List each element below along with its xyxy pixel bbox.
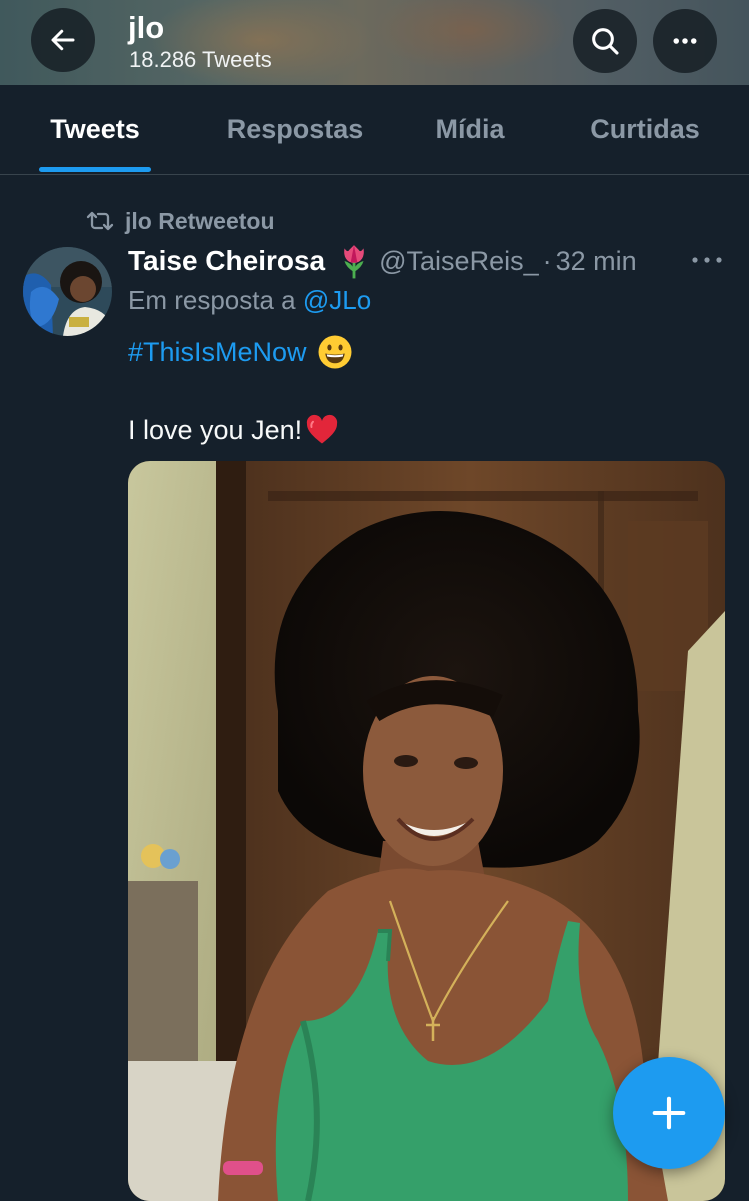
tweet-hashtag-line: #ThisIsMeNow	[128, 334, 353, 370]
retweet-label: jlo Retweetou	[125, 207, 275, 234]
more-horizontal-icon	[673, 38, 697, 44]
arrow-left-icon	[51, 29, 75, 51]
search-icon	[592, 28, 619, 55]
reply-mention-link[interactable]: @JLo	[303, 285, 371, 315]
red-heart-emoji-icon	[306, 414, 338, 444]
tab-tweets[interactable]: Tweets	[30, 85, 160, 174]
tweet-author-row: Taise Cheirosa @TaiseReis_ · 32 min	[128, 242, 637, 280]
tab-midia[interactable]: Mídia	[410, 85, 530, 174]
back-button[interactable]	[31, 8, 95, 72]
profile-name: jlo	[128, 10, 165, 45]
avatar-image	[23, 247, 112, 336]
more-options-button[interactable]	[653, 9, 717, 73]
search-button[interactable]	[573, 9, 637, 73]
reply-prefix: Em resposta a	[128, 285, 296, 315]
hashtag-link[interactable]: #ThisIsMeNow	[128, 335, 307, 369]
tweet-timestamp[interactable]: 32 min	[556, 246, 637, 277]
grinning-face-emoji-icon	[318, 335, 352, 369]
retweet-context[interactable]: jlo Retweetou	[85, 205, 275, 237]
profile-tabs: Tweets Respostas Mídia Curtidas	[0, 85, 749, 175]
tweet-text: I love you Jen!	[128, 415, 303, 445]
tweet-count: 18.286 Tweets	[129, 47, 272, 72]
author-handle[interactable]: @TaiseReis_	[379, 246, 538, 277]
author-name[interactable]: Taise Cheirosa	[128, 245, 325, 277]
reply-context: Em resposta a @JLo	[128, 284, 371, 316]
tab-respostas[interactable]: Respostas	[205, 85, 385, 174]
tab-curtidas[interactable]: Curtidas	[565, 85, 725, 174]
tweet-more-button[interactable]	[690, 250, 724, 275]
compose-tweet-button[interactable]	[613, 1057, 725, 1169]
more-horizontal-icon	[692, 257, 722, 263]
retweet-icon	[86, 211, 114, 231]
tulip-emoji-icon	[344, 245, 364, 279]
profile-header: jlo 18.286 Tweets	[0, 0, 749, 85]
tweet-body: I love you Jen!	[128, 412, 340, 448]
separator-dot: ·	[542, 245, 552, 276]
active-tab-indicator	[39, 167, 151, 172]
plus-icon	[652, 1096, 686, 1130]
avatar[interactable]	[23, 247, 112, 336]
